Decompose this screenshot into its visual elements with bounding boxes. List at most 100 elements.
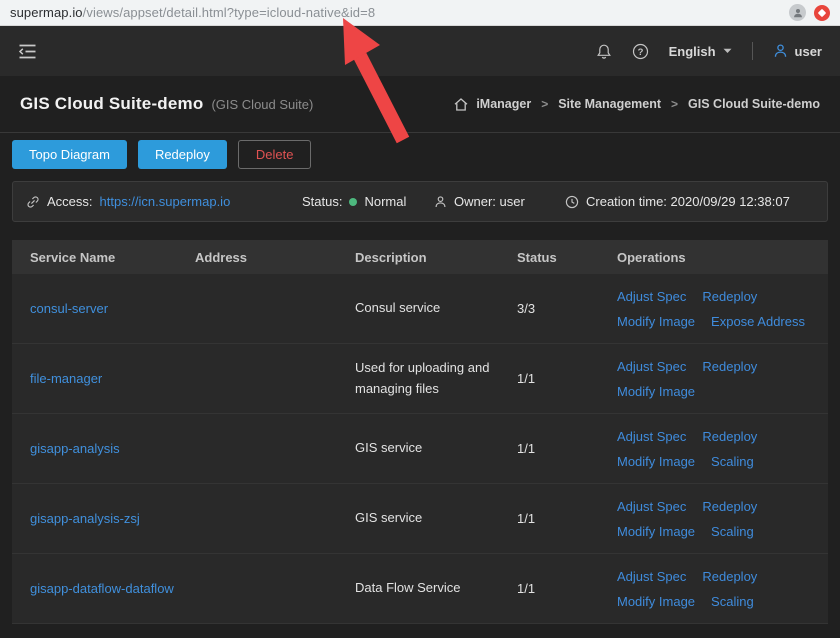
services-table: Service Name Address Description Status … (12, 240, 828, 624)
page-subtitle: (GIS Cloud Suite) (211, 97, 313, 112)
user-menu[interactable]: user (773, 43, 822, 59)
operations-cell: Adjust Spec Redeploy Modify Image Scalin… (617, 569, 828, 609)
person-glyph (434, 195, 447, 209)
delete-button[interactable]: Delete (238, 140, 312, 169)
home-glyph (454, 98, 468, 111)
modify-image-link[interactable]: Modify Image (617, 384, 695, 399)
redeploy-link[interactable]: Redeploy (702, 429, 757, 444)
status-cell: 1/1 (517, 371, 617, 386)
col-status: Status (517, 250, 617, 265)
breadcrumb-current: GIS Cloud Suite-demo (688, 97, 820, 111)
scaling-link[interactable]: Scaling (711, 524, 754, 539)
owner-icon (434, 195, 447, 209)
home-icon (454, 98, 468, 111)
language-label: English (669, 44, 716, 59)
status-cell: 1/1 (517, 511, 617, 526)
question-circle-glyph: ? (632, 43, 649, 60)
status-label: Status: (302, 194, 342, 209)
scaling-link[interactable]: Scaling (711, 594, 754, 609)
help-icon[interactable]: ? (632, 43, 649, 60)
link-glyph (26, 195, 40, 209)
status-dot (349, 198, 357, 206)
breadcrumb: iManager > Site Management > GIS Cloud S… (454, 97, 820, 111)
redeploy-link[interactable]: Redeploy (702, 499, 757, 514)
clock-glyph (565, 195, 579, 209)
user-glyph (773, 43, 788, 59)
modify-image-link[interactable]: Modify Image (617, 314, 695, 329)
service-name-link[interactable]: consul-server (30, 301, 108, 316)
info-bar: Access: https://icn.supermap.io Status: … (12, 181, 828, 222)
col-address: Address (195, 250, 355, 265)
adjust-spec-link[interactable]: Adjust Spec (617, 359, 686, 374)
service-name-link[interactable]: gisapp-dataflow-dataflow (30, 581, 174, 596)
expose-address-link[interactable]: Expose Address (711, 314, 805, 329)
breadcrumb-site-management[interactable]: Site Management (558, 97, 661, 111)
adjust-spec-link[interactable]: Adjust Spec (617, 429, 686, 444)
operations-cell: Adjust Spec Redeploy Modify Image Expose… (617, 289, 828, 329)
svg-text:?: ? (637, 47, 643, 58)
access-item: Access: https://icn.supermap.io (26, 194, 302, 209)
person-icon (792, 7, 804, 19)
notification-bell-icon[interactable] (596, 43, 612, 60)
browser-address-bar[interactable]: supermap.io/views/appset/detail.html?typ… (0, 0, 840, 26)
url-text[interactable]: supermap.io/views/appset/detail.html?typ… (10, 5, 781, 20)
page-title: GIS Cloud Suite-demo (20, 94, 203, 114)
service-name-link[interactable]: gisapp-analysis (30, 441, 120, 456)
modify-image-link[interactable]: Modify Image (617, 454, 695, 469)
creation-item: Creation time: 2020/09/29 12:38:07 (565, 194, 827, 209)
table-header: Service Name Address Description Status … (12, 240, 828, 274)
action-buttons: Topo Diagram Redeploy Delete (0, 133, 840, 169)
status-cell: 3/3 (517, 301, 617, 316)
operations-cell: Adjust Spec Redeploy Modify Image (617, 359, 828, 399)
access-url-link[interactable]: https://icn.supermap.io (100, 194, 231, 209)
breadcrumb-separator: > (671, 97, 678, 111)
scaling-link[interactable]: Scaling (711, 454, 754, 469)
owner-text: Owner: user (454, 194, 525, 209)
status-item: Status: Normal (302, 194, 434, 209)
breadcrumb-imanager[interactable]: iManager (476, 97, 531, 111)
status-value: Normal (364, 194, 406, 209)
redeploy-link[interactable]: Redeploy (702, 289, 757, 304)
link-icon (26, 195, 40, 209)
service-name-link[interactable]: gisapp-analysis-zsj (30, 511, 140, 526)
extension-glyph (818, 8, 826, 16)
breadcrumb-separator: > (541, 97, 548, 111)
topo-diagram-button[interactable]: Topo Diagram (12, 140, 127, 169)
adjust-spec-link[interactable]: Adjust Spec (617, 499, 686, 514)
modify-image-link[interactable]: Modify Image (617, 594, 695, 609)
description-cell: GIS service (355, 508, 517, 528)
creation-text: Creation time: 2020/09/29 12:38:07 (586, 194, 790, 209)
language-selector[interactable]: English (669, 44, 732, 59)
redeploy-link[interactable]: Redeploy (702, 569, 757, 584)
modify-image-link[interactable]: Modify Image (617, 524, 695, 539)
description-cell: GIS service (355, 438, 517, 458)
operations-cell: Adjust Spec Redeploy Modify Image Scalin… (617, 429, 828, 469)
title-wrap: GIS Cloud Suite-demo (GIS Cloud Suite) (20, 94, 313, 114)
chevron-down-icon (723, 48, 732, 54)
url-path: /views/appset/detail.html?type=icloud-na… (83, 5, 376, 20)
url-domain: supermap.io (10, 5, 83, 20)
top-nav-bar: ? English user (0, 26, 840, 76)
nav-right-group: ? English user (596, 42, 822, 60)
access-label: Access: (47, 194, 93, 209)
user-icon (773, 43, 788, 59)
service-name-link[interactable]: file-manager (30, 371, 102, 386)
adjust-spec-link[interactable]: Adjust Spec (617, 289, 686, 304)
redeploy-button[interactable]: Redeploy (138, 140, 227, 169)
operations-cell: Adjust Spec Redeploy Modify Image Scalin… (617, 499, 828, 539)
menu-fold-glyph (18, 44, 37, 59)
bell-glyph (596, 43, 612, 60)
browser-extension-icon[interactable] (814, 5, 830, 21)
menu-fold-icon[interactable] (18, 44, 37, 59)
status-cell: 1/1 (517, 441, 617, 456)
table-row: gisapp-analysis-zsj GIS service 1/1 Adju… (12, 484, 828, 554)
adjust-spec-link[interactable]: Adjust Spec (617, 569, 686, 584)
col-description: Description (355, 250, 517, 265)
col-service-name: Service Name (30, 250, 195, 265)
table-row: file-manager Used for uploading and mana… (12, 344, 828, 414)
redeploy-link[interactable]: Redeploy (702, 359, 757, 374)
table-row: gisapp-dataflow-dataflow Data Flow Servi… (12, 554, 828, 624)
col-operations: Operations (617, 250, 828, 265)
browser-profile-icon[interactable] (789, 4, 806, 21)
status-cell: 1/1 (517, 581, 617, 596)
